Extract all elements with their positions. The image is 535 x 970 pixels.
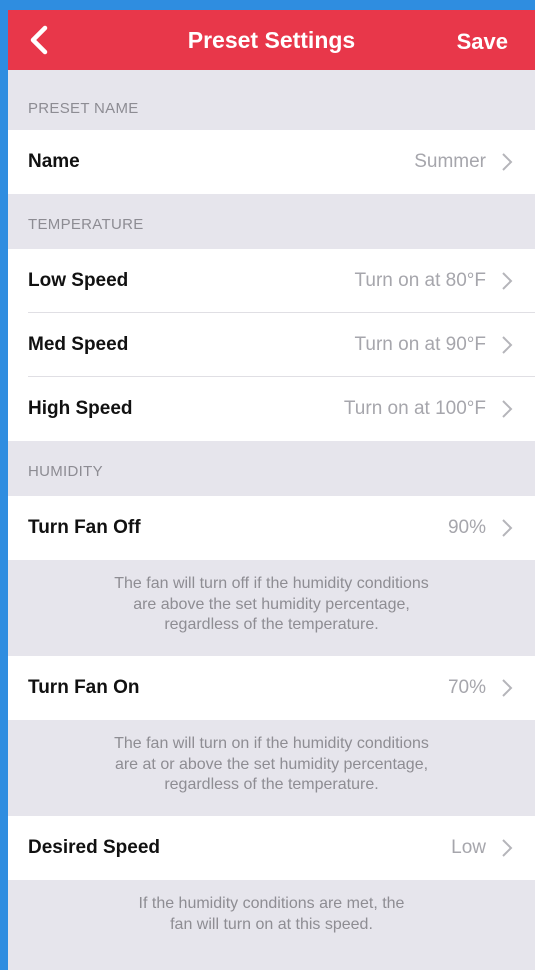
high-speed-row[interactable]: High Speed Turn on at 100°F bbox=[8, 377, 535, 441]
chevron-right-icon bbox=[502, 272, 513, 290]
section-header-preset-name: PRESET NAME bbox=[28, 100, 139, 117]
name-row[interactable]: Name Summer bbox=[8, 130, 535, 194]
low-speed-value: Turn on at 80°F bbox=[354, 270, 486, 291]
note-line: are above the set humidity percentage, bbox=[133, 595, 410, 613]
turn-fan-on-note: The fan will turn on if the humidity con… bbox=[8, 720, 535, 816]
chevron-right-icon bbox=[502, 519, 513, 537]
section-header-temperature: TEMPERATURE bbox=[28, 216, 144, 233]
turn-fan-off-note: The fan will turn off if the humidity co… bbox=[8, 560, 535, 656]
turn-fan-on-row[interactable]: Turn Fan On 70% bbox=[8, 656, 535, 720]
chevron-right-icon bbox=[502, 400, 513, 418]
chevron-right-icon bbox=[502, 153, 513, 171]
phone-screen: Preset Settings Save PRESET NAME Name Su… bbox=[8, 10, 535, 970]
desired-speed-value: Low bbox=[451, 837, 486, 858]
high-speed-value: Turn on at 100°F bbox=[343, 398, 486, 419]
section-header-humidity: HUMIDITY bbox=[28, 463, 103, 480]
note-line: regardless of the temperature. bbox=[164, 776, 379, 793]
note-line: The fan will turn on if the humidity con… bbox=[114, 735, 429, 752]
chevron-right-icon bbox=[502, 336, 513, 354]
med-speed-value: Turn on at 90°F bbox=[354, 334, 486, 355]
note-line: fan will turn on at this speed. bbox=[170, 915, 373, 933]
desired-speed-note: If the humidity conditions are met, the … bbox=[8, 880, 535, 935]
save-button[interactable]: Save bbox=[457, 29, 508, 55]
desired-speed-label: Desired Speed bbox=[28, 837, 160, 858]
turn-fan-off-value: 90% bbox=[447, 517, 486, 538]
note-line: regardless of the temperature. bbox=[164, 616, 379, 633]
high-speed-label: High Speed bbox=[28, 398, 133, 419]
med-speed-label: Med Speed bbox=[28, 334, 129, 355]
note-line: are at or above the set humidity percent… bbox=[114, 755, 429, 773]
turn-fan-off-label: Turn Fan Off bbox=[28, 517, 141, 538]
desired-speed-row[interactable]: Desired Speed Low bbox=[8, 816, 535, 880]
name-label: Name bbox=[28, 151, 80, 172]
turn-fan-on-label: Turn Fan On bbox=[28, 677, 140, 698]
chevron-right-icon bbox=[502, 679, 513, 697]
turn-fan-off-row[interactable]: Turn Fan Off 90% bbox=[8, 496, 535, 560]
low-speed-label: Low Speed bbox=[28, 270, 129, 291]
low-speed-row[interactable]: Low Speed Turn on at 80°F bbox=[8, 249, 535, 313]
name-value: Summer bbox=[414, 151, 486, 172]
chevron-right-icon bbox=[502, 839, 513, 857]
med-speed-row[interactable]: Med Speed Turn on at 90°F bbox=[8, 313, 535, 377]
turn-fan-on-value: 70% bbox=[447, 677, 486, 698]
navigation-bar: Preset Settings Save bbox=[8, 10, 535, 70]
note-line: The fan will turn off if the humidity co… bbox=[114, 575, 429, 592]
note-line: If the humidity conditions are met, the bbox=[138, 895, 405, 912]
